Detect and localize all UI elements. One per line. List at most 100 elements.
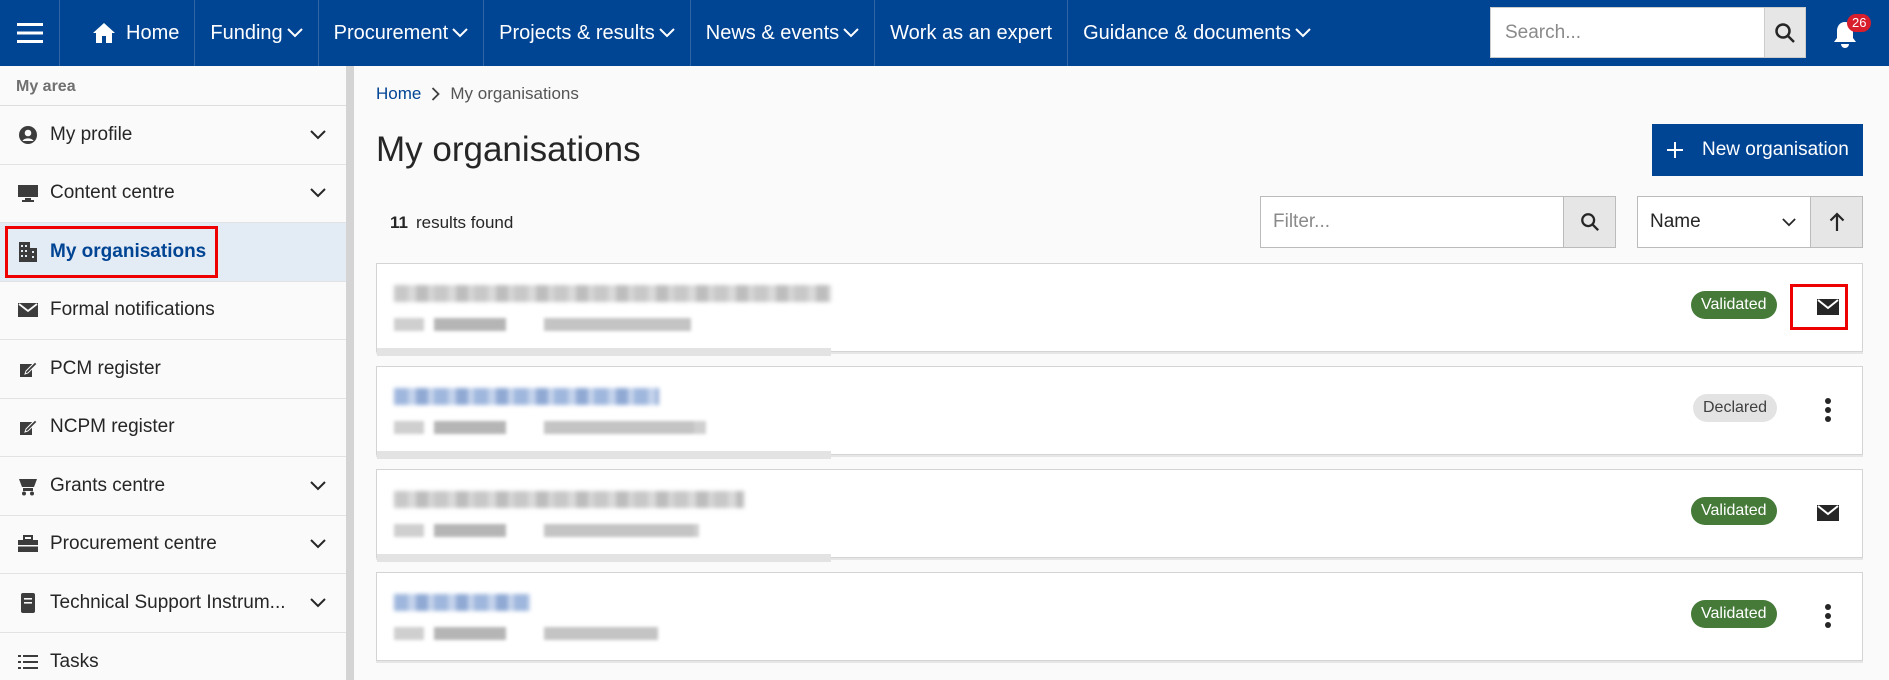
list-icon bbox=[16, 650, 40, 674]
search-icon bbox=[1580, 213, 1599, 231]
arrow-up-icon bbox=[1829, 212, 1844, 231]
page-title: My organisations bbox=[376, 130, 641, 169]
sidebar-item-my-profile[interactable]: My profile bbox=[0, 106, 346, 165]
sidebar-item-procurement-centre[interactable]: Procurement centre bbox=[0, 516, 346, 574]
sidebar: My area My profile Content centre My org… bbox=[0, 66, 347, 680]
card-divider bbox=[377, 451, 831, 459]
top-navigation-bar: Home Funding Procurement Projects & resu… bbox=[0, 0, 1889, 66]
sidebar-item-label: Tasks bbox=[50, 650, 99, 672]
edit-icon bbox=[16, 415, 40, 439]
sidebar-item-label: My profile bbox=[50, 123, 133, 145]
envelope-icon bbox=[1817, 505, 1839, 521]
chevron-down-icon bbox=[843, 28, 859, 38]
new-organisation-button[interactable]: New organisation bbox=[1652, 124, 1863, 176]
more-options-button[interactable] bbox=[1811, 599, 1845, 633]
sidebar-item-label: Procurement centre bbox=[50, 533, 217, 555]
sidebar-item-tasks[interactable]: Tasks bbox=[0, 633, 346, 680]
organisation-details-blurred bbox=[394, 524, 699, 537]
home-icon bbox=[92, 22, 116, 44]
organisation-details-blurred bbox=[394, 421, 706, 434]
sidebar-item-content-centre[interactable]: Content centre bbox=[0, 165, 346, 223]
sidebar-item-label: Grants centre bbox=[50, 474, 166, 496]
sidebar-item-technical-support[interactable]: Technical Support Instrum... bbox=[0, 574, 346, 633]
sidebar-item-pcm-register[interactable]: PCM register bbox=[0, 340, 346, 399]
card-divider bbox=[377, 554, 831, 562]
sidebar-item-ncpm-register[interactable]: NCPM register bbox=[0, 399, 346, 457]
nav-news-events[interactable]: News & events bbox=[691, 0, 876, 66]
card-divider bbox=[377, 348, 831, 356]
organisation-details-blurred bbox=[394, 318, 691, 331]
nav-home[interactable]: Home bbox=[60, 0, 196, 66]
sort-select[interactable]: Name bbox=[1638, 197, 1810, 247]
chevron-right-icon bbox=[431, 87, 441, 101]
sidebar-item-formal-notifications[interactable]: Formal notifications bbox=[0, 282, 346, 340]
nav-guidance-documents-label: Guidance & documents bbox=[1083, 21, 1291, 44]
more-vertical-icon bbox=[1825, 604, 1831, 628]
search-icon bbox=[1775, 22, 1795, 43]
main-content: Home My organisations My organisations N… bbox=[354, 66, 1889, 680]
grant-icon bbox=[16, 474, 40, 498]
filter-search-button[interactable] bbox=[1563, 197, 1615, 247]
sidebar-item-my-organisations[interactable]: My organisations bbox=[0, 223, 346, 282]
organisation-name-blurred bbox=[394, 491, 744, 508]
chevron-down-icon[interactable] bbox=[306, 130, 330, 140]
plus-icon bbox=[1666, 141, 1684, 159]
results-count: 11 results found bbox=[390, 213, 513, 233]
nav-procurement-label: Procurement bbox=[333, 21, 449, 44]
chevron-down-icon[interactable] bbox=[306, 598, 330, 608]
nav-work-as-expert[interactable]: Work as an expert bbox=[875, 0, 1069, 66]
more-vertical-icon bbox=[1825, 398, 1831, 422]
sidebar-item-label: My organisations bbox=[50, 240, 207, 262]
status-badge: Validated bbox=[1691, 497, 1777, 525]
breadcrumb-home-link[interactable]: Home bbox=[376, 84, 421, 104]
edit-icon bbox=[16, 357, 40, 381]
organisation-card: Validated bbox=[376, 263, 1863, 356]
nav-projects-results[interactable]: Projects & results bbox=[484, 0, 691, 66]
chevron-down-icon bbox=[286, 28, 303, 38]
nav-news-events-label: News & events bbox=[705, 21, 840, 44]
chevron-down-icon[interactable] bbox=[306, 188, 330, 198]
status-badge: Validated bbox=[1691, 600, 1777, 628]
notification-count-badge: 26 bbox=[1847, 14, 1872, 32]
sidebar-scrollbar[interactable] bbox=[346, 66, 354, 680]
menu-icon bbox=[16, 23, 43, 43]
sidebar-section-title: My area bbox=[0, 66, 346, 106]
global-search bbox=[1490, 7, 1806, 58]
nav-home-label: Home bbox=[126, 21, 180, 44]
chevron-down-icon[interactable] bbox=[306, 539, 330, 549]
nav-projects-results-label: Projects & results bbox=[499, 21, 655, 44]
organisation-name-link-blurred[interactable] bbox=[394, 388, 659, 405]
breadcrumb: Home My organisations bbox=[376, 84, 579, 104]
sidebar-item-label: Technical Support Instrum... bbox=[50, 591, 286, 613]
status-badge: Validated bbox=[1691, 291, 1777, 319]
nav-procurement[interactable]: Procurement bbox=[319, 0, 485, 66]
sidebar-item-label: Formal notifications bbox=[50, 299, 215, 321]
organisation-card: Declared bbox=[376, 366, 1863, 459]
send-message-button[interactable] bbox=[1811, 496, 1845, 530]
nav-work-as-expert-label: Work as an expert bbox=[890, 21, 1053, 44]
send-message-button[interactable] bbox=[1811, 290, 1845, 324]
chevron-down-icon[interactable] bbox=[306, 481, 330, 491]
results-label: results found bbox=[415, 213, 514, 232]
status-badge: Declared bbox=[1693, 394, 1778, 422]
global-search-input[interactable] bbox=[1491, 8, 1764, 57]
chevron-down-icon bbox=[1782, 217, 1796, 226]
more-options-button[interactable] bbox=[1811, 393, 1845, 427]
organisation-name-link-blurred[interactable] bbox=[394, 594, 530, 611]
filter-input[interactable] bbox=[1261, 197, 1563, 247]
chevron-down-icon bbox=[1295, 28, 1311, 38]
envelope-icon bbox=[16, 298, 40, 322]
nav-funding[interactable]: Funding bbox=[195, 0, 319, 66]
sort-direction-button[interactable] bbox=[1810, 197, 1862, 247]
notifications-button[interactable]: 26 bbox=[1823, 12, 1872, 56]
sidebar-item-grants-centre[interactable]: Grants centre bbox=[0, 457, 346, 516]
nav-funding-label: Funding bbox=[210, 21, 283, 44]
global-search-button[interactable] bbox=[1764, 8, 1805, 57]
new-organisation-label: New organisation bbox=[1702, 139, 1849, 160]
chevron-down-icon bbox=[452, 28, 468, 38]
monitor-icon bbox=[16, 181, 40, 205]
nav-guidance-documents[interactable]: Guidance & documents bbox=[1068, 0, 1326, 66]
briefcase-icon bbox=[16, 532, 40, 556]
chevron-down-icon bbox=[659, 28, 675, 38]
hamburger-menu-button[interactable] bbox=[0, 0, 60, 66]
